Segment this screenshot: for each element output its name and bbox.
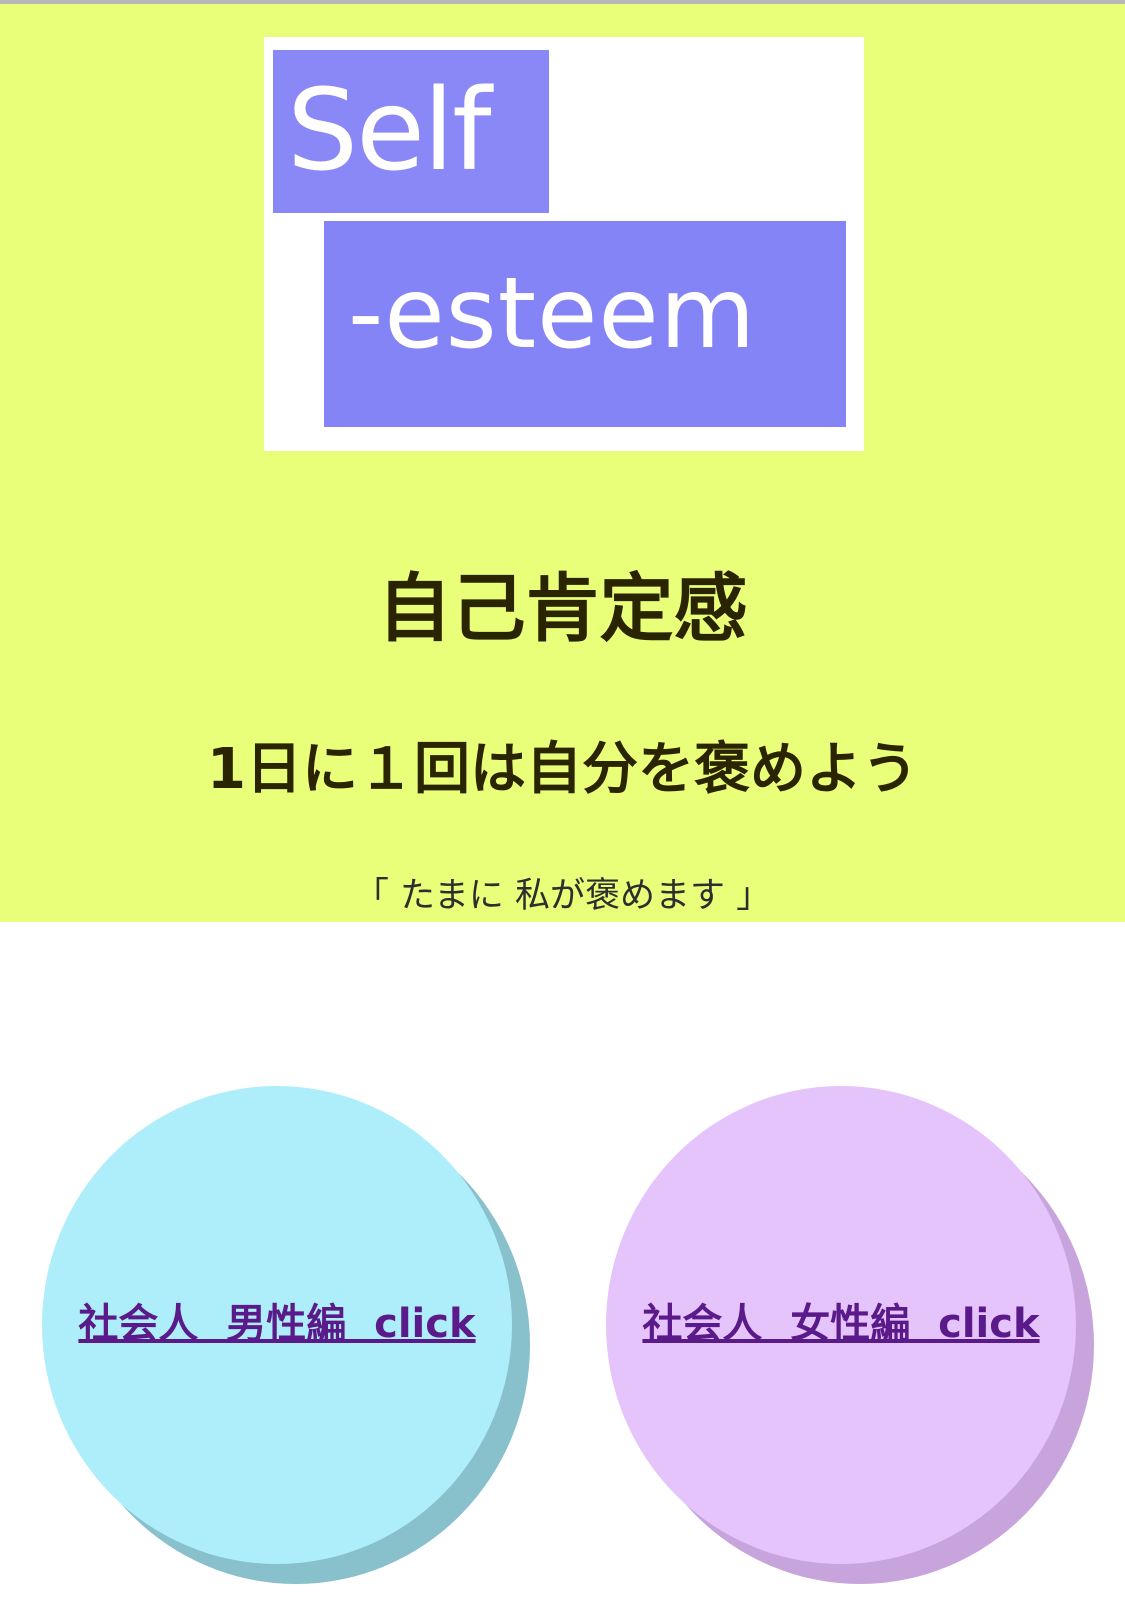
tagline-note: 「 たまに 私が褒めます 」	[353, 876, 772, 916]
hero-section: Self -esteem 自己肯定感 1日に１回は自分を褒めよう 「 たまに 私…	[0, 4, 1125, 922]
men-circle-button[interactable]: 社会人 男性編 click	[42, 1086, 532, 1586]
logo-esteem-block: -esteem	[324, 221, 846, 427]
women-circle-button[interactable]: 社会人 女性編 click	[606, 1086, 1096, 1586]
men-edition-link[interactable]: 社会人 男性編 click	[42, 1291, 512, 1349]
women-edition-link[interactable]: 社会人 女性編 click	[606, 1291, 1076, 1349]
page-subtitle: 1日に１回は自分を褒めよう	[207, 737, 918, 802]
page-title: 自己肯定感	[377, 566, 748, 652]
logo-self-block: Self	[273, 50, 549, 213]
self-esteem-logo: Self -esteem	[264, 37, 864, 451]
